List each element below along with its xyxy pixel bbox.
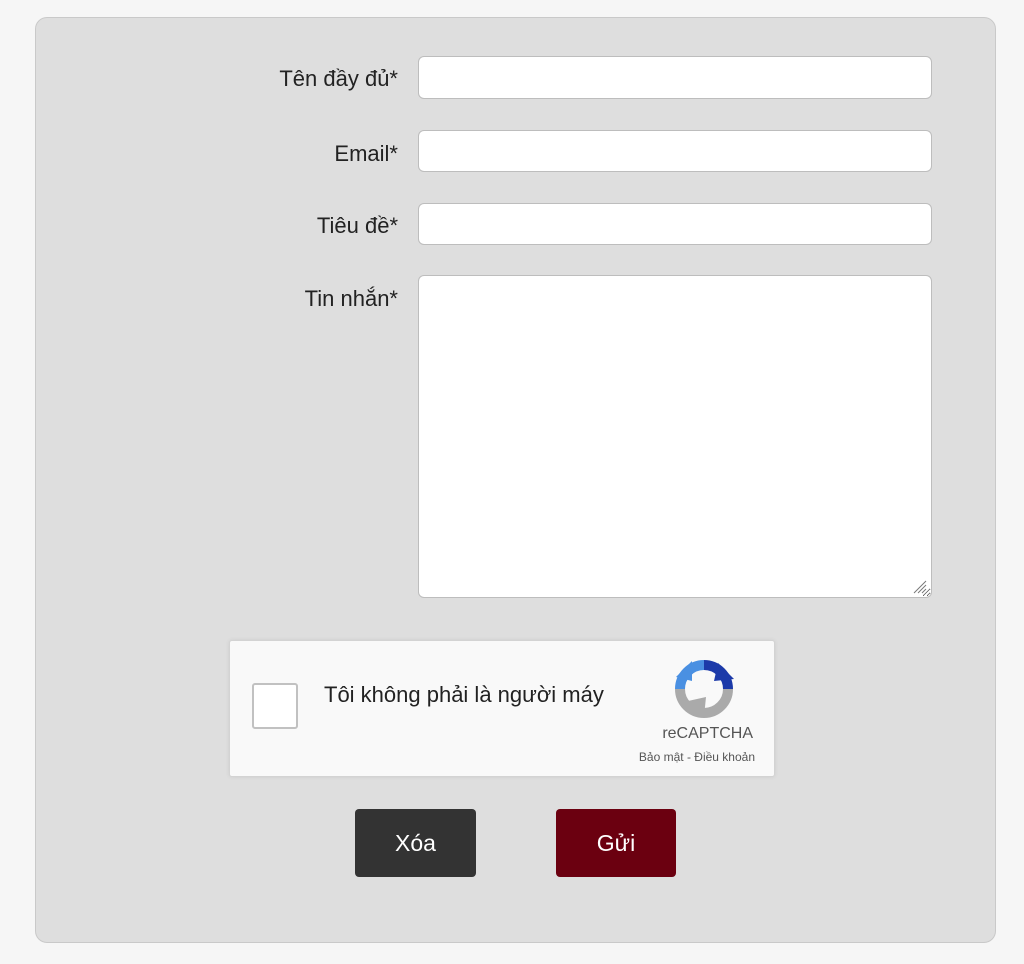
recaptcha-label: Tôi không phải là người máy: [324, 682, 604, 707]
send-button[interactable]: Gửi: [556, 809, 676, 877]
email-label: Email*: [334, 141, 398, 166]
recaptcha-checkbox[interactable]: [252, 683, 298, 729]
email-input[interactable]: [418, 130, 932, 172]
clear-button[interactable]: Xóa: [355, 809, 476, 877]
fullname-input[interactable]: [418, 56, 932, 99]
message-label: Tin nhắn*: [304, 286, 398, 311]
recaptcha-links: Bảo mật - Điều khoản: [570, 750, 755, 764]
recaptcha-widget: Tôi không phải là người máy reCAPTCHA Bả…: [229, 640, 775, 777]
recaptcha-logo-icon: [675, 660, 734, 718]
subject-input[interactable]: [418, 203, 932, 245]
recaptcha-privacy-link[interactable]: Bảo mật: [639, 750, 684, 764]
recaptcha-link-separator: -: [683, 750, 695, 764]
recaptcha-brand: reCAPTCHA: [662, 725, 753, 742]
fullname-label: Tên đầy đủ*: [279, 66, 398, 91]
subject-label: Tiêu đề*: [316, 213, 398, 238]
message-textarea[interactable]: [418, 275, 932, 598]
recaptcha-terms-link[interactable]: Điều khoản: [694, 750, 755, 764]
